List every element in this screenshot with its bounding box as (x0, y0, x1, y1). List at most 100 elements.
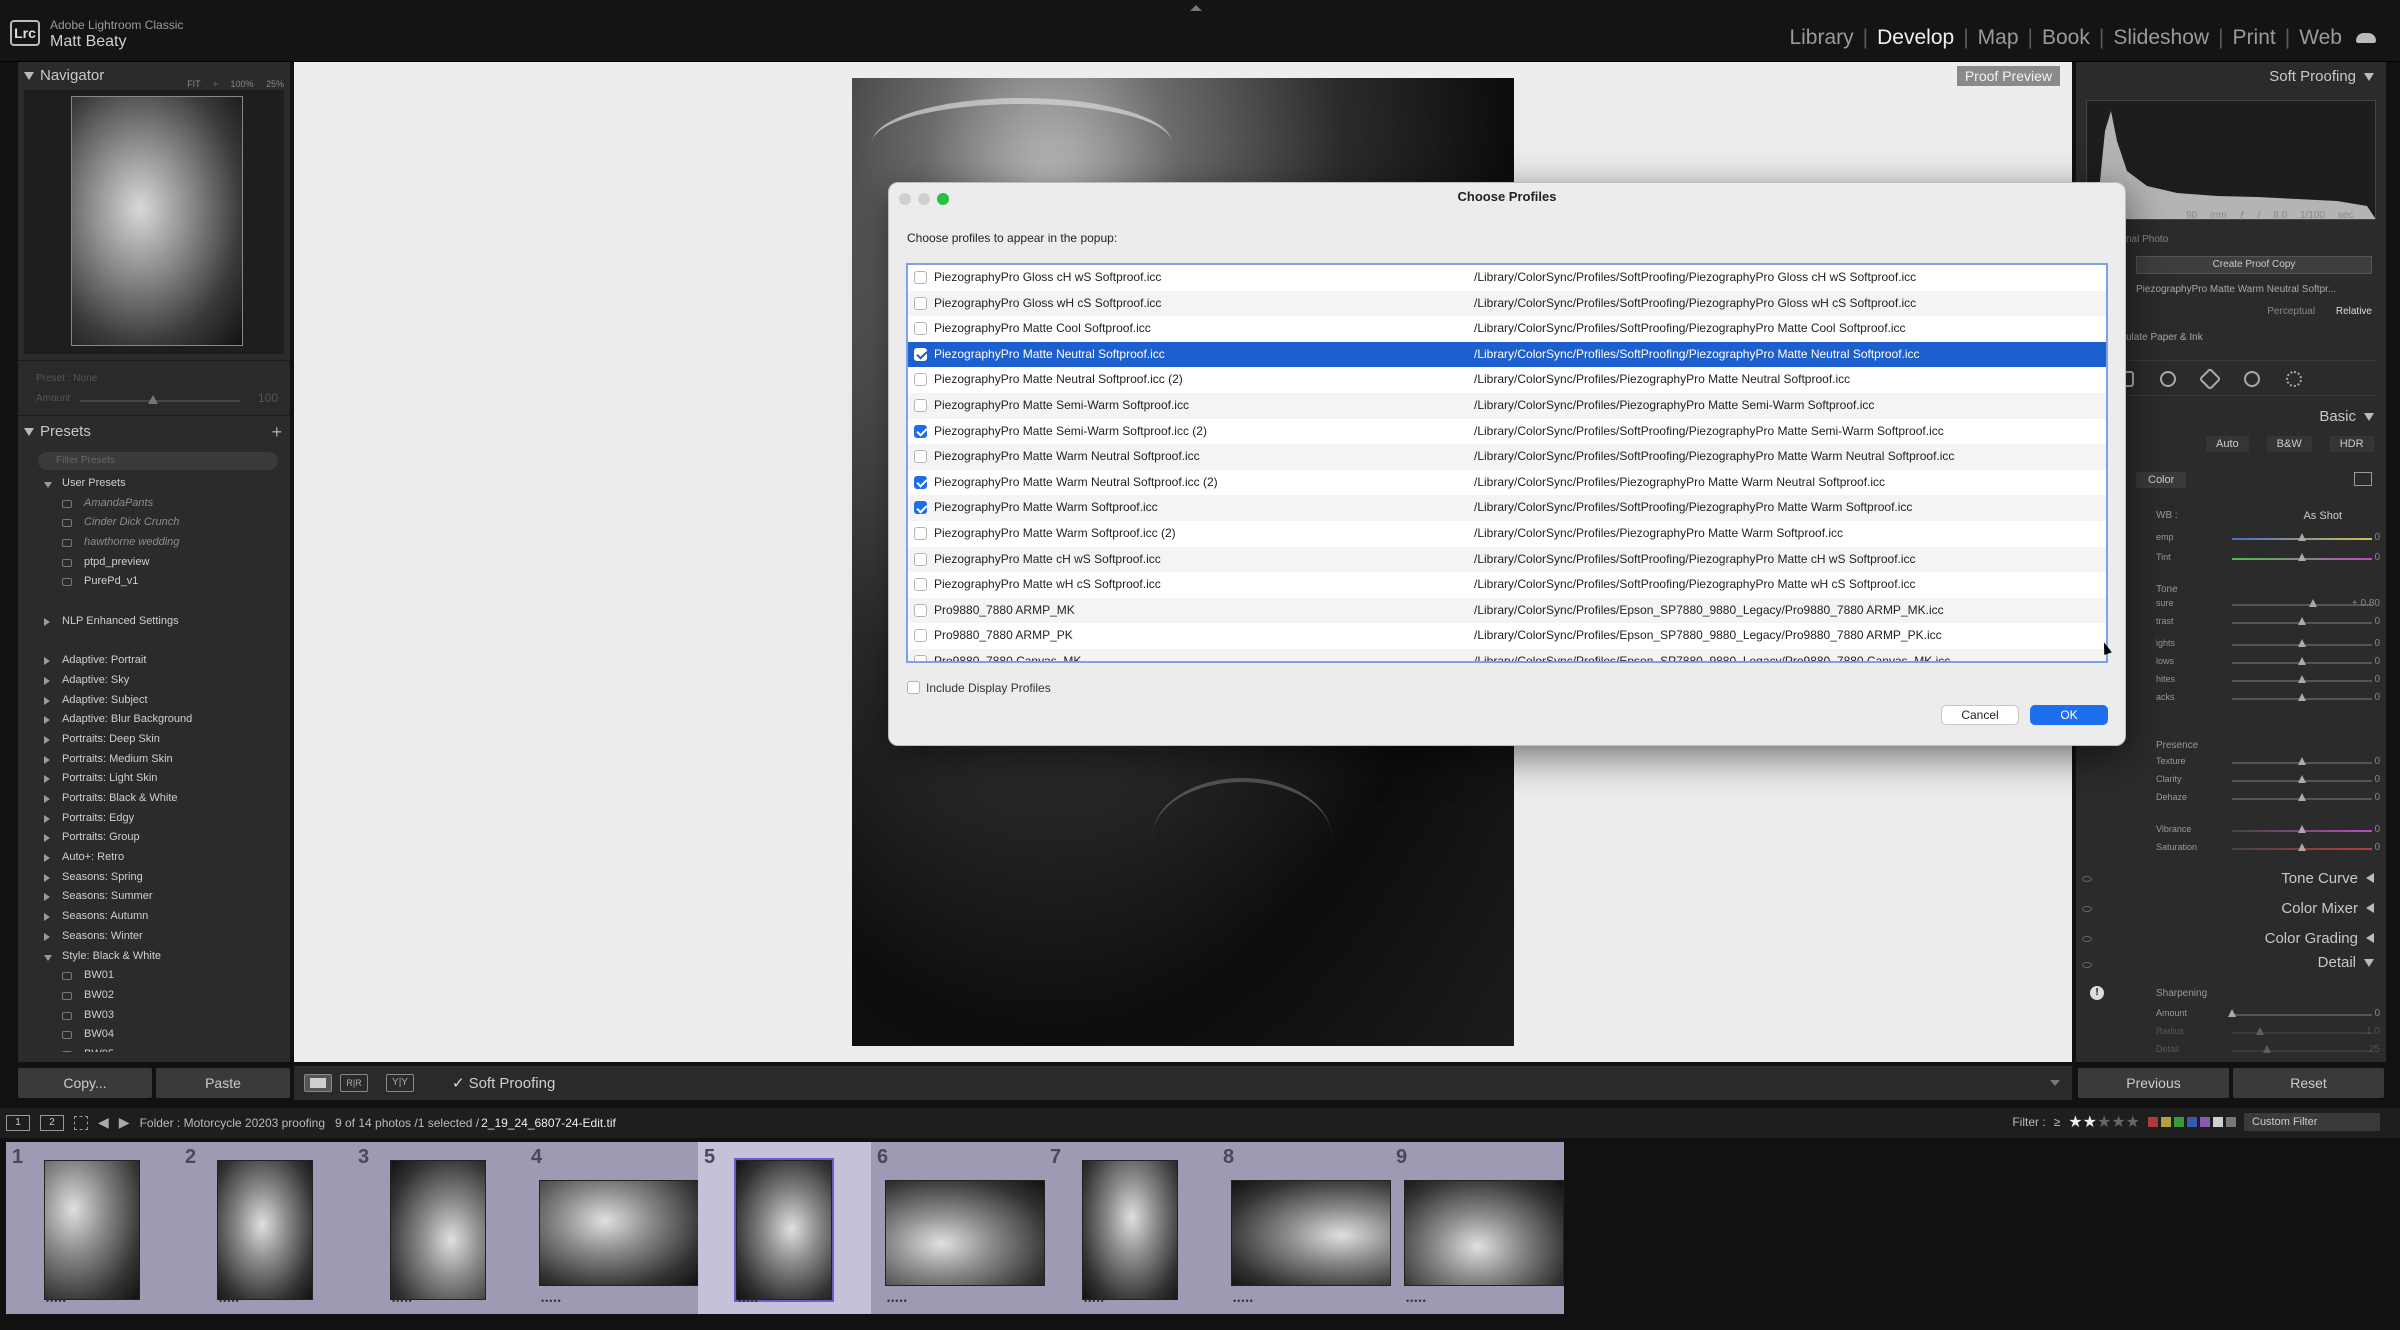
disclosure-triangle-icon[interactable] (44, 617, 50, 626)
disclosure-triangle-icon[interactable] (44, 755, 50, 764)
slider-knob[interactable] (2298, 693, 2306, 701)
crop-icon[interactable] (2160, 371, 2176, 387)
filmstrip-thumbnail[interactable]: 7 ••••• (1044, 1142, 1217, 1314)
profile-checkbox[interactable] (914, 271, 927, 284)
filmstrip-thumbnail[interactable]: 9 ••••• (1390, 1142, 1564, 1314)
detail-panel-header[interactable]: Detail (2318, 954, 2374, 971)
preset-group[interactable]: Adaptive: Sky (18, 671, 290, 691)
profile-checkbox[interactable] (914, 501, 927, 515)
profile-row[interactable]: PiezographyPro Gloss cH wS Softproof.icc… (908, 265, 2106, 291)
profile-checkbox[interactable] (914, 578, 927, 592)
create-proof-copy-button[interactable]: Create Proof Copy (2136, 256, 2372, 274)
before-after-button[interactable]: R|R (340, 1074, 368, 1092)
toolbar-menu-arrow-icon[interactable] (2050, 1080, 2060, 1086)
disclosure-triangle-icon[interactable] (44, 932, 50, 941)
presets-header[interactable]: Presets + (18, 418, 290, 446)
profile-row[interactable]: PiezographyPro Matte cH wS Softproof.icc… (908, 546, 2106, 573)
profile-row[interactable]: PiezographyPro Matte Neutral Softproof.i… (908, 367, 2106, 393)
rating-star-icon[interactable]: ★ (2083, 1114, 2097, 1131)
disclosure-triangle-icon[interactable] (44, 657, 50, 666)
folder-source[interactable]: Folder : Motorcycle 20203 proofing (140, 1116, 325, 1130)
disclosure-triangle-icon[interactable] (44, 873, 50, 882)
module-map[interactable]: Map (1978, 26, 2019, 50)
rating-star-icon[interactable]: ★ (2097, 1114, 2111, 1131)
preset-item[interactable]: BW04 (18, 1025, 290, 1045)
preset-group[interactable]: Portraits: Edgy (18, 809, 290, 829)
slider-knob[interactable] (2256, 1027, 2264, 1035)
panel-header-color-grading[interactable]: Color Grading (2265, 930, 2374, 947)
slider-knob[interactable] (2298, 757, 2306, 765)
color-label-swatch[interactable] (2213, 1117, 2223, 1127)
preset-group[interactable]: Portraits: Medium Skin (18, 750, 290, 770)
simulate-paper-ink[interactable]: ulate Paper & Ink (2126, 332, 2203, 343)
preset-group[interactable]: Auto+: Retro (18, 848, 290, 868)
disclosure-triangle-icon[interactable] (44, 775, 50, 784)
slider-knob[interactable] (2228, 1009, 2236, 1017)
color-label-swatch[interactable] (2174, 1117, 2184, 1127)
profile-row[interactable]: Pro9880_7880 ARMP_PK/Library/ColorSync/P… (908, 623, 2106, 649)
warning-icon[interactable]: ! (2090, 986, 2104, 1000)
rating-operator[interactable]: ≥ (2054, 1115, 2061, 1129)
reset-button[interactable]: Reset (2233, 1068, 2384, 1098)
profile-row[interactable]: PiezographyPro Matte wH cS Softproof.icc… (908, 572, 2106, 598)
profile-row[interactable]: PiezographyPro Matte Cool Softproof.icc /… (908, 316, 2106, 342)
cloud-sync-icon[interactable] (2356, 33, 2376, 43)
profile-row[interactable]: PiezographyPro Matte Semi-Warm Softproof… (908, 393, 2106, 419)
include-display-profiles-checkbox[interactable] (907, 681, 920, 694)
back-arrow-icon[interactable]: ◀ (98, 1114, 109, 1131)
filmstrip-thumbnail[interactable]: 8 ••••• (1217, 1142, 1391, 1314)
selected-filename[interactable]: 2_19_24_6807-24-Edit.tif (481, 1116, 616, 1130)
slider-knob[interactable] (2298, 775, 2306, 783)
preset-group[interactable]: Seasons: Winter (18, 927, 290, 947)
disclosure-triangle-icon[interactable] (44, 854, 50, 863)
soft-proofing-toggle[interactable]: ✓ Soft Proofing (452, 1074, 555, 1092)
module-book[interactable]: Book (2042, 26, 2090, 50)
profile-checkbox[interactable] (914, 322, 927, 336)
color-label-swatch[interactable] (2226, 1117, 2236, 1127)
ok-button[interactable]: OK (2030, 705, 2108, 725)
module-library[interactable]: Library (1789, 26, 1853, 50)
profile-row[interactable]: PiezographyPro Gloss wH cS Softproof.icc… (908, 290, 2106, 317)
slider-knob[interactable] (2298, 843, 2306, 851)
slider-track[interactable] (2232, 1050, 2372, 1052)
preset-group[interactable]: Seasons: Summer (18, 887, 290, 907)
histogram[interactable] (2086, 100, 2376, 220)
profile-checkbox[interactable] (914, 629, 927, 643)
wb-select[interactable]: As Shot (2303, 510, 2342, 522)
filmstrip-thumbnail[interactable]: 2 ••••• (179, 1142, 352, 1314)
preset-group[interactable]: Adaptive: Blur Background (18, 710, 290, 730)
disclosure-triangle-icon[interactable] (44, 913, 50, 922)
previous-button[interactable]: Previous (2078, 1068, 2229, 1098)
profile-checkbox[interactable] (914, 527, 927, 540)
filmstrip-thumbnail[interactable]: 5 ••••• (698, 1142, 871, 1314)
profile-checkbox[interactable] (914, 475, 927, 489)
healing-icon[interactable] (2198, 367, 2222, 391)
treatment-hdr[interactable]: HDR (2329, 436, 2374, 452)
disclosure-triangle-icon[interactable] (44, 696, 50, 705)
preset-group[interactable]: Portraits: Light Skin (18, 769, 290, 789)
rating-star-icon[interactable]: ★ (2111, 1114, 2125, 1131)
copy-button[interactable]: Copy... (18, 1068, 152, 1098)
slider-knob[interactable] (2298, 617, 2306, 625)
profile-checkbox[interactable] (914, 552, 927, 566)
preset-group[interactable]: Adaptive: Subject (18, 691, 290, 711)
color-label-swatch[interactable] (2161, 1117, 2171, 1127)
navigator-header[interactable]: Navigator FIT ÷ 100% 25% (18, 62, 290, 90)
slider-knob[interactable] (2298, 553, 2306, 561)
preset-item[interactable]: BW03 (18, 1006, 290, 1026)
slider-knob[interactable] (2298, 675, 2306, 683)
preset-group[interactable]: Portraits: Deep Skin (18, 730, 290, 750)
profile-row[interactable]: PiezographyPro Matte Semi-Warm Softproof… (908, 419, 2106, 445)
module-web[interactable]: Web (2299, 26, 2342, 50)
disclosure-triangle-icon[interactable] (44, 834, 50, 843)
profile-checkbox[interactable] (914, 603, 927, 617)
filmstrip-thumbnail[interactable]: 4 ••••• (525, 1142, 699, 1314)
filmstrip-thumbnail[interactable]: 6 ••••• (871, 1142, 1045, 1314)
disclosure-triangle-icon[interactable] (44, 795, 50, 803)
masking-icon[interactable] (2286, 371, 2302, 387)
custom-filter-select[interactable]: Custom Filter (2244, 1113, 2380, 1131)
eye-icon[interactable] (2082, 906, 2092, 912)
color-treatment-button[interactable]: Color (2136, 472, 2187, 488)
profile-row[interactable]: PiezographyPro Matte Warm Softproof.icc … (908, 521, 2106, 547)
color-label-swatch[interactable] (2200, 1117, 2210, 1127)
